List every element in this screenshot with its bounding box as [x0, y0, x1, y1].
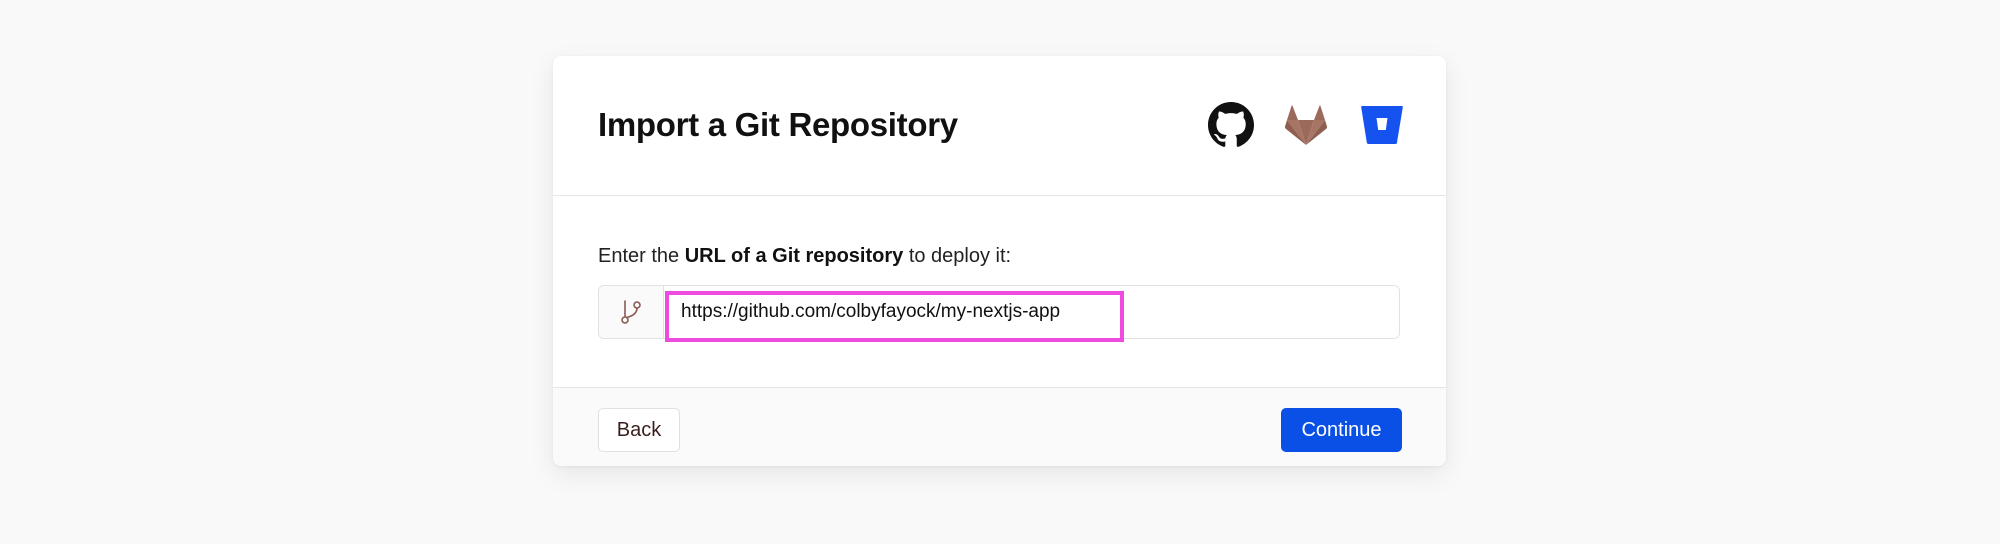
bitbucket-icon	[1361, 106, 1403, 144]
back-button[interactable]: Back	[598, 408, 680, 452]
repository-url-input[interactable]	[665, 287, 1395, 337]
repository-url-field	[598, 285, 1400, 339]
dialog-title: Import a Git Repository	[598, 106, 958, 143]
import-git-repository-dialog: Import a Git Repository Enter the URL of…	[553, 56, 1446, 466]
url-prompt: Enter the URL of a Git repository to dep…	[598, 245, 1011, 268]
continue-button[interactable]: Continue	[1281, 408, 1402, 452]
gitlab-icon	[1284, 105, 1328, 145]
dialog-footer: Back Continue	[553, 387, 1446, 466]
url-prefix-addon	[599, 286, 664, 338]
prompt-bold: URL of a Git repository	[684, 245, 904, 267]
github-provider-button[interactable]	[1207, 101, 1255, 149]
github-icon	[1208, 102, 1254, 147]
dialog-header: Import a Git Repository	[553, 56, 1446, 196]
prompt-suffix: to deploy it:	[903, 245, 1012, 267]
git-branch-icon	[621, 300, 641, 324]
gitlab-provider-button[interactable]	[1282, 101, 1330, 149]
bitbucket-provider-button[interactable]	[1358, 101, 1406, 149]
prompt-prefix: Enter the	[598, 245, 685, 267]
